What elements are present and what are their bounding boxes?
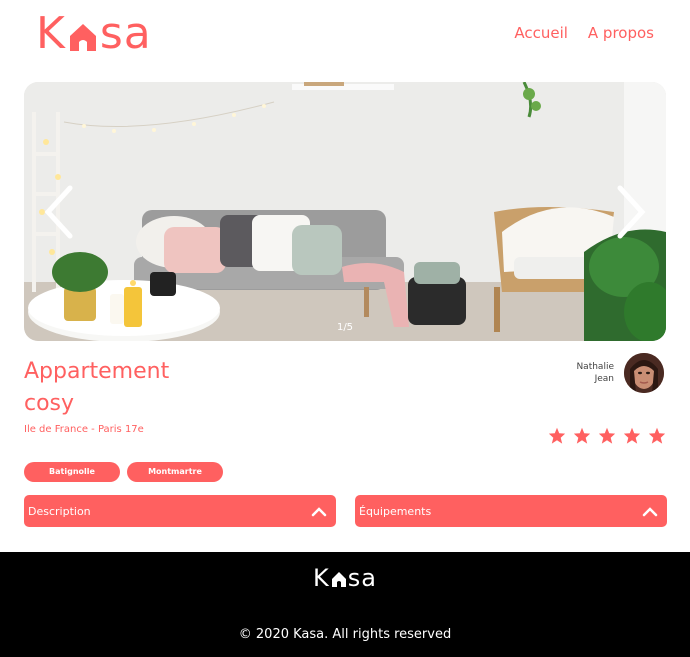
listing-location: Ile de France - Paris 17e [24,424,144,435]
tag-montmartre: Montmartre [127,462,223,482]
host-photo [624,353,664,393]
tag-batignolle: Batignolle [24,462,120,482]
star-rating [548,427,666,444]
house-icon [69,24,96,51]
star-icon [598,427,616,444]
kasa-logo[interactable]: K sa [36,8,152,56]
equipments-collapse[interactable]: Équipements [355,495,667,527]
host-info: Nathalie Jean [554,353,664,393]
listing-title: Appartement cosy [24,359,170,416]
star-icon [648,427,666,444]
nav-link-accueil[interactable]: Accueil [514,24,568,42]
chevron-up-icon[interactable] [637,501,663,521]
chevron-up-icon[interactable] [306,501,332,521]
description-collapse[interactable]: Description [24,495,336,527]
host-last-name: Jean [594,374,614,384]
site-footer: Ksa © 2020 Kasa. All rights reserved [0,552,690,657]
main-nav: Accueil A propos [514,24,654,42]
collapse-label: Équipements [359,504,432,518]
chevron-right-icon[interactable] [612,182,652,242]
logo-letters-sa: sa [99,8,152,59]
image-carousel: 1/5 [24,82,666,341]
nav-link-a-propos[interactable]: A propos [588,24,654,42]
image-counter: 1/5 [336,322,354,333]
avatar [624,353,664,393]
host-first-name: Nathalie [576,362,614,372]
site-header: K sa Accueil A propos [0,0,690,70]
star-icon [623,427,641,444]
star-icon [548,427,566,444]
host-name: Nathalie Jean [554,361,614,385]
logo-letter-k: K [36,8,66,59]
apartment-photo [24,82,666,341]
footer-logo-letter-k: K [313,564,330,592]
footer-logo-letters-sa: sa [347,564,377,592]
house-icon [331,572,346,587]
collapse-label: Description [28,504,91,518]
tag-list: Batignolle Montmartre [24,462,223,482]
star-icon [573,427,591,444]
footer-logo: Ksa [0,564,690,592]
chevron-left-icon[interactable] [38,182,78,242]
copyright-text: © 2020 Kasa. All rights reserved [238,627,452,642]
